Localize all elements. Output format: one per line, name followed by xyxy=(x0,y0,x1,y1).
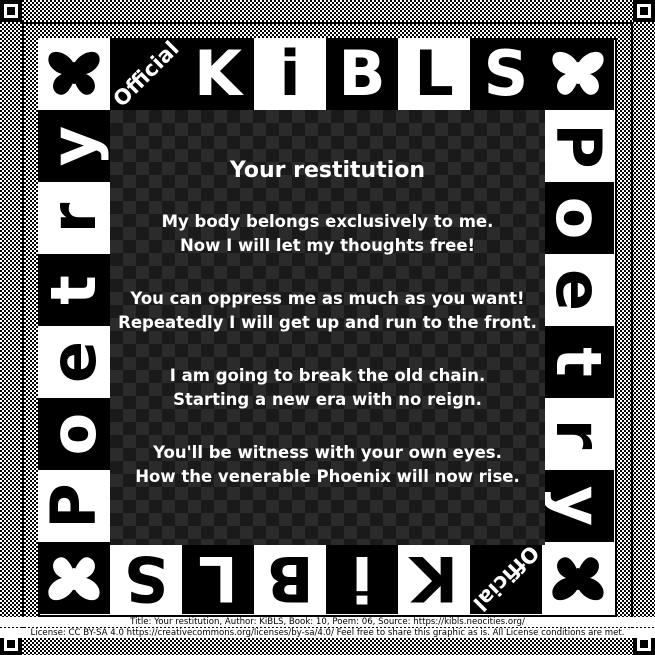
brand-letter-tile: i xyxy=(254,38,326,110)
poetry-letter-tile: y xyxy=(542,470,614,542)
brand-letter: t xyxy=(542,347,614,377)
footer-credit-line: Title: Your restitution, Author: KiBLS, … xyxy=(0,617,655,627)
poetry-letter-tile: y xyxy=(38,110,110,182)
butterfly-shape xyxy=(48,51,100,95)
brand-letter: t xyxy=(38,275,110,305)
brand-letter-tile: L xyxy=(182,542,254,614)
poem-line: Now I will let my thoughts free! xyxy=(179,236,476,255)
official-label: Official xyxy=(470,542,542,614)
poetry-letter-tile: P xyxy=(38,470,110,542)
butterfly-icon xyxy=(38,542,110,614)
poetry-letter-tile: r xyxy=(38,182,110,254)
brand-letter: r xyxy=(38,202,110,234)
brand-letter-tile: S xyxy=(470,38,542,110)
poem-title: Your restitution xyxy=(229,158,426,183)
official-label: Official xyxy=(110,38,182,110)
poem: Your restitution My body belongs exclusi… xyxy=(110,150,545,518)
poetry-letter-tile: e xyxy=(38,326,110,398)
official-tile: Official xyxy=(110,38,182,110)
stanza: You can oppress me as much as you want! … xyxy=(110,287,545,335)
poem-line: You can oppress me as much as you want! xyxy=(130,289,525,308)
stanza: You'll be witness with your own eyes. Ho… xyxy=(110,441,545,489)
brand-letter: L xyxy=(198,542,238,614)
brand-letter-tile: K xyxy=(182,38,254,110)
poem-line: You'll be witness with your own eyes. xyxy=(153,443,502,462)
stanza: I am going to break the old chain. Start… xyxy=(110,364,545,412)
brand-letter: y xyxy=(542,485,614,527)
brand-letter-tile: B xyxy=(254,542,326,614)
brand-letter-tile: i xyxy=(326,542,398,614)
corner-ornament-top-right xyxy=(633,0,655,22)
brand-letter: B xyxy=(266,542,314,614)
brand-letter: K xyxy=(409,542,459,614)
brand-letter: i xyxy=(279,38,301,110)
brand-letter: e xyxy=(542,268,614,312)
brand-letter: B xyxy=(338,38,386,110)
poetry-letter-tile: o xyxy=(38,398,110,470)
brand-letter-tile: K xyxy=(398,542,470,614)
butterfly-shape xyxy=(48,557,100,601)
brand-letter-tile: L xyxy=(398,38,470,110)
butterfly-shape xyxy=(552,51,604,95)
poetry-letter-tile: e xyxy=(542,254,614,326)
brand-letter: S xyxy=(483,38,529,110)
brand-letter: i xyxy=(351,542,373,614)
poetry-graphic: Official Ki B L S S L Bi K Official Po e t r y Po e t r y Y… xyxy=(0,0,655,655)
brand-letter: L xyxy=(414,38,454,110)
official-tile: Official xyxy=(470,542,542,614)
brand-letter: o xyxy=(38,412,110,456)
poetry-letter-tile: t xyxy=(38,254,110,326)
brand-letter-tile: S xyxy=(110,542,182,614)
poetry-letter-tile: t xyxy=(542,326,614,398)
brand-letter: K xyxy=(193,38,243,110)
poetry-letter-tile: r xyxy=(542,398,614,470)
brand-letter: y xyxy=(38,125,110,167)
poem-line: Starting a new era with no reign. xyxy=(173,390,482,409)
brand-letter: S xyxy=(123,542,169,614)
butterfly-icon xyxy=(542,542,614,614)
poem-line: Repeatedly I will get up and run to the … xyxy=(118,313,537,332)
corner-ornament-top-left xyxy=(0,0,22,22)
brand-letter: r xyxy=(542,418,614,450)
poem-line: How the venerable Phoenix will now rise. xyxy=(135,467,520,486)
butterfly-icon xyxy=(38,38,110,110)
butterfly-shape xyxy=(552,557,604,601)
poetry-letter-tile: P xyxy=(542,110,614,182)
poetry-letter-tile: o xyxy=(542,182,614,254)
brand-letter: e xyxy=(38,340,110,384)
poem-line: I am going to break the old chain. xyxy=(169,366,486,385)
brand-letter: P xyxy=(38,483,110,529)
poem-line: My body belongs exclusively to me. xyxy=(161,212,494,231)
butterfly-icon xyxy=(542,38,614,110)
footer-license-line: License: CC BY-SA 4.0 https://creativeco… xyxy=(0,628,655,638)
stanza: My body belongs exclusively to me. Now I… xyxy=(110,210,545,258)
brand-letter: P xyxy=(542,123,614,169)
brand-letter-tile: B xyxy=(326,38,398,110)
brand-letter: o xyxy=(542,196,614,240)
